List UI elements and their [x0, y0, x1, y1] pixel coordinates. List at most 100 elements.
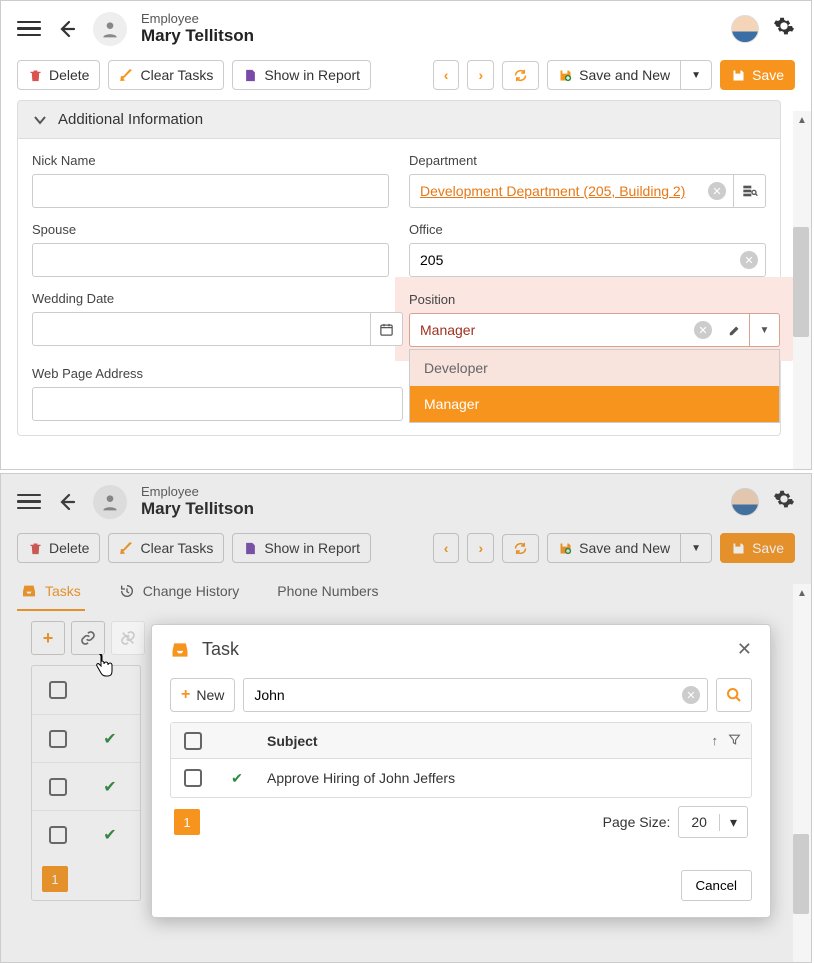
- department-value[interactable]: Development Department (205, Building 2): [420, 183, 685, 199]
- calendar-button[interactable]: [371, 312, 403, 346]
- clear-tasks-button[interactable]: Clear Tasks: [108, 533, 224, 563]
- clear-icon[interactable]: ✕: [740, 251, 758, 269]
- table-row[interactable]: ✔: [32, 810, 140, 858]
- search-input[interactable]: [243, 678, 708, 712]
- save-button[interactable]: Save: [720, 533, 795, 563]
- select-all-checkbox[interactable]: [49, 681, 67, 699]
- settings-icon[interactable]: [773, 488, 795, 516]
- save-label: Save: [752, 67, 784, 83]
- prev-button[interactable]: ‹: [433, 60, 460, 90]
- wedding-date-input[interactable]: [32, 312, 371, 346]
- dropdown-option-manager[interactable]: Manager: [410, 386, 779, 422]
- delete-button[interactable]: Delete: [17, 60, 100, 90]
- tasks-grid: ✔ ✔ ✔ 1: [31, 665, 141, 901]
- webpage-input[interactable]: [32, 387, 403, 421]
- dropdown-toggle[interactable]: ▼: [750, 313, 780, 347]
- dropdown-option-developer[interactable]: Developer: [410, 350, 779, 386]
- settings-icon[interactable]: [773, 15, 795, 43]
- cursor-icon: [94, 654, 114, 683]
- refresh-button[interactable]: [502, 534, 539, 563]
- scrollbar-thumb[interactable]: [793, 227, 809, 337]
- row-checkbox[interactable]: [49, 826, 67, 844]
- show-report-button[interactable]: Show in Report: [232, 533, 371, 563]
- current-page[interactable]: 1: [174, 809, 200, 835]
- menu-icon[interactable]: [17, 17, 41, 41]
- new-button[interactable]: + New: [170, 678, 235, 712]
- header-title: Employee Mary Tellitson: [141, 11, 717, 46]
- position-input[interactable]: [409, 313, 720, 347]
- check-icon: ✔: [215, 770, 259, 787]
- current-page[interactable]: 1: [42, 866, 68, 892]
- grid-header: Subject ↑: [171, 723, 751, 759]
- user-avatar[interactable]: [731, 488, 759, 516]
- grid-pager: 1: [32, 858, 140, 900]
- save-new-dropdown[interactable]: ▼: [680, 533, 712, 563]
- scrollbar[interactable]: ▲: [793, 584, 811, 962]
- table-row[interactable]: ✔: [32, 762, 140, 810]
- refresh-button[interactable]: [502, 61, 539, 90]
- cancel-button[interactable]: Cancel: [681, 870, 753, 901]
- select-all-checkbox[interactable]: [184, 732, 202, 750]
- user-avatar[interactable]: [731, 15, 759, 43]
- table-row[interactable]: ✔ Approve Hiring of John Jeffers: [171, 759, 751, 797]
- tab-phone-numbers[interactable]: Phone Numbers: [273, 573, 382, 609]
- link-button[interactable]: [71, 621, 105, 655]
- check-icon: ✔: [84, 777, 136, 797]
- next-button[interactable]: ›: [467, 60, 494, 90]
- search-button[interactable]: [716, 678, 752, 712]
- scrollbar[interactable]: ▲: [793, 111, 811, 469]
- save-new-group: Save and New ▼: [547, 60, 712, 90]
- menu-icon[interactable]: [17, 490, 41, 514]
- ok-button[interactable]: OK: [625, 870, 672, 901]
- inbox-icon: [21, 583, 37, 599]
- row-subject: Approve Hiring of John Jeffers: [259, 770, 751, 786]
- scroll-up-icon[interactable]: ▲: [793, 111, 811, 129]
- save-and-new-button[interactable]: Save and New: [547, 60, 681, 90]
- save-button[interactable]: Save: [720, 60, 795, 90]
- clear-tasks-button[interactable]: Clear Tasks: [108, 60, 224, 90]
- next-button[interactable]: ›: [467, 533, 494, 563]
- office-input[interactable]: [409, 243, 766, 277]
- table-row[interactable]: ✔: [32, 714, 140, 762]
- clear-icon[interactable]: ✕: [682, 686, 700, 704]
- entity-icon: [93, 485, 127, 519]
- prev-button[interactable]: ‹: [433, 533, 460, 563]
- spouse-input[interactable]: [32, 243, 389, 277]
- edit-icon[interactable]: [720, 313, 750, 347]
- tab-change-history[interactable]: Change History: [115, 573, 244, 609]
- nickname-input[interactable]: [32, 174, 389, 208]
- sort-icon[interactable]: ↑: [712, 733, 719, 748]
- page-size-select[interactable]: 20 ▾: [678, 806, 748, 838]
- row-checkbox[interactable]: [49, 730, 67, 748]
- task-dialog: Task ✕ + New ✕ S: [151, 624, 771, 918]
- save-new-dropdown[interactable]: ▼: [680, 60, 712, 90]
- check-icon: ✔: [84, 825, 136, 845]
- clear-icon[interactable]: ✕: [708, 182, 726, 200]
- scroll-up-icon[interactable]: ▲: [793, 584, 811, 602]
- section-title: Additional Information: [58, 111, 203, 128]
- webpage-label: Web Page Address: [32, 366, 403, 381]
- lookup-button[interactable]: [734, 174, 766, 208]
- scrollbar-thumb[interactable]: [793, 834, 809, 914]
- action-toolbar: Delete Clear Tasks Show in Report ‹ › Sa…: [1, 529, 811, 573]
- add-button[interactable]: +: [31, 621, 65, 655]
- col-subject-header[interactable]: Subject: [259, 733, 691, 749]
- nickname-label: Nick Name: [32, 153, 389, 168]
- delete-button[interactable]: Delete: [17, 533, 100, 563]
- clear-icon[interactable]: ✕: [694, 321, 712, 339]
- tab-tasks[interactable]: Tasks: [17, 573, 85, 611]
- back-button[interactable]: [55, 17, 79, 41]
- close-icon[interactable]: ✕: [737, 639, 752, 660]
- row-checkbox[interactable]: [184, 769, 202, 787]
- show-report-label: Show in Report: [264, 67, 360, 83]
- dialog-title: Task: [202, 639, 725, 660]
- section-header[interactable]: Additional Information: [17, 100, 781, 139]
- row-checkbox[interactable]: [49, 778, 67, 796]
- entity-name: Mary Tellitson: [141, 499, 717, 519]
- department-field[interactable]: Development Department (205, Building 2): [409, 174, 734, 208]
- save-and-new-button[interactable]: Save and New: [547, 533, 681, 563]
- header-title: Employee Mary Tellitson: [141, 484, 717, 519]
- show-report-button[interactable]: Show in Report: [232, 60, 371, 90]
- back-button[interactable]: [55, 490, 79, 514]
- filter-icon[interactable]: [728, 733, 741, 746]
